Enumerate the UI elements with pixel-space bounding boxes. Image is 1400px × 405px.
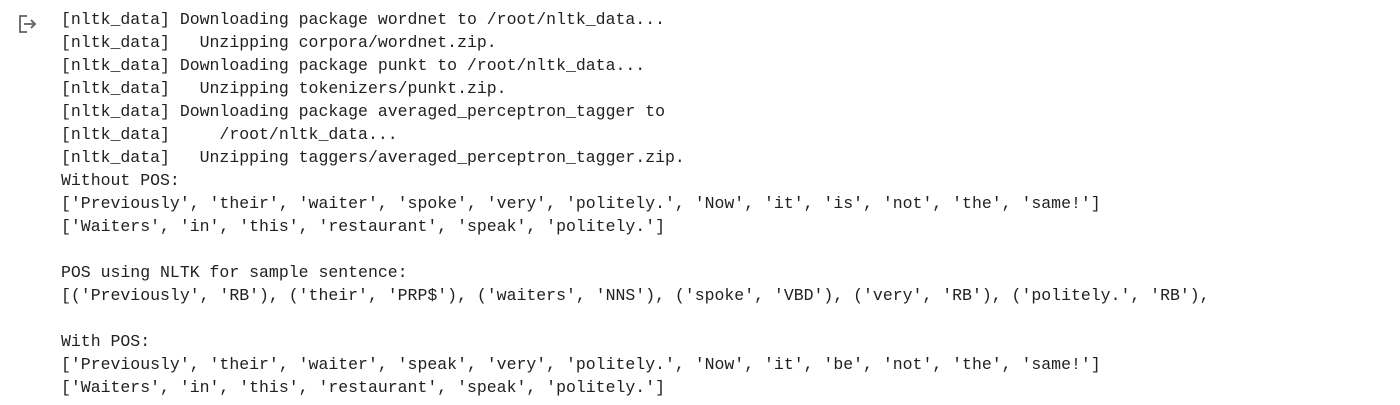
output-line: With POS: <box>61 332 151 351</box>
output-redirect-icon[interactable] <box>17 13 39 35</box>
output-line <box>61 238 1396 261</box>
output-line: POS using NLTK for sample sentence: <box>61 263 408 282</box>
output-line: [('Previously', 'RB'), ('their', 'PRP$')… <box>61 286 1210 305</box>
output-line: [nltk_data] Unzipping corpora/wordnet.zi… <box>61 33 497 52</box>
output-line: ['Waiters', 'in', 'this', 'restaurant', … <box>61 378 665 397</box>
output-line: Without POS: <box>61 171 180 190</box>
output-redirect-icon-glyph <box>19 15 37 33</box>
output-line: [nltk_data] Downloading package averaged… <box>61 102 665 121</box>
output-line: ['Waiters', 'in', 'this', 'restaurant', … <box>61 217 665 236</box>
output-line: ['Previously', 'their', 'waiter', 'spoke… <box>61 194 1101 213</box>
output-line: [nltk_data] Unzipping tokenizers/punkt.z… <box>61 79 507 98</box>
output-line <box>61 307 1396 330</box>
output-line: ['Previously', 'their', 'waiter', 'speak… <box>61 355 1101 374</box>
output-line: [nltk_data] Downloading package wordnet … <box>61 10 665 29</box>
output-text: [nltk_data] Downloading package wordnet … <box>61 8 1396 399</box>
output-line: [nltk_data] Downloading package punkt to… <box>61 56 646 75</box>
cell-output-area: [nltk_data] Downloading package wordnet … <box>0 0 1400 405</box>
output-line: [nltk_data] /root/nltk_data... <box>61 125 398 144</box>
output-line: [nltk_data] Unzipping taggers/averaged_p… <box>61 148 685 167</box>
